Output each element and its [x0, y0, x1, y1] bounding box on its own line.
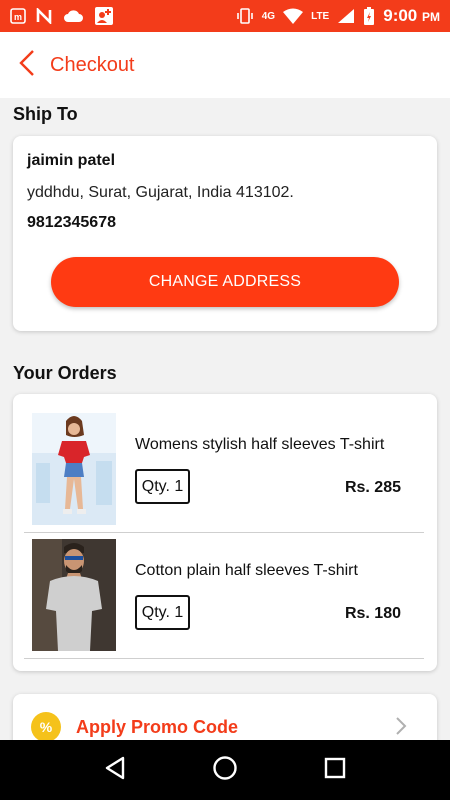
m-app-icon: m: [10, 8, 26, 24]
back-button[interactable]: [14, 48, 40, 82]
page-title: Checkout: [50, 53, 135, 76]
quantity-box[interactable]: Qty. 1: [135, 469, 190, 504]
product-price: Rs. 180: [344, 605, 401, 622]
product-image: [32, 413, 116, 525]
square-recents-icon: [324, 757, 346, 784]
nav-home-button[interactable]: [205, 750, 245, 790]
promo-percent-icon: %: [31, 712, 61, 742]
divider: [24, 658, 424, 659]
product-price: Rs. 285: [344, 479, 401, 496]
nav-recents-button[interactable]: [315, 750, 355, 790]
chevron-right-icon: [395, 716, 407, 741]
phone-number: 9812345678: [27, 214, 116, 231]
product-name: Cotton plain half sleeves T-shirt: [135, 562, 358, 579]
shipping-address: yddhdu, Surat, Gujarat, India 413102.: [27, 184, 294, 201]
ship-to-card: jaimin patel yddhdu, Surat, Gujarat, Ind…: [13, 136, 437, 331]
quantity-box[interactable]: Qty. 1: [135, 595, 190, 630]
cloud-icon: [62, 8, 84, 24]
promo-label: Apply Promo Code: [76, 717, 239, 737]
circle-home-icon: [212, 755, 238, 786]
wifi-icon: [283, 8, 304, 24]
network-label: 4G: [261, 10, 276, 22]
status-bar: m 4G LTE 9:00 PM: [0, 0, 450, 32]
recipient-name: jaimin patel: [27, 152, 116, 169]
add-user-icon: [94, 6, 114, 26]
ship-to-heading: Ship To: [13, 104, 78, 124]
triangle-back-icon: [104, 756, 126, 785]
clock: 9:00 PM: [383, 6, 440, 25]
svg-text:m: m: [14, 12, 22, 22]
change-address-button[interactable]: CHANGE ADDRESS: [51, 257, 399, 307]
signal-icon: [337, 8, 355, 24]
lte-label: LTE: [311, 10, 330, 22]
chevron-left-icon: [19, 49, 35, 82]
system-nav-bar: [0, 740, 450, 800]
product-name: Womens stylish half sleeves T-shirt: [135, 436, 385, 453]
your-orders-heading: Your Orders: [13, 363, 117, 383]
orders-card: Womens stylish half sleeves T-shirt Qty.…: [13, 394, 437, 671]
n-app-icon: [36, 8, 52, 24]
vibrate-icon: [236, 8, 254, 24]
app-bar: Checkout: [0, 32, 450, 98]
battery-icon: [363, 7, 375, 25]
product-image: [32, 539, 116, 651]
order-item[interactable]: Cotton plain half sleeves T-shirt Qty. 1…: [24, 532, 424, 658]
nav-back-button[interactable]: [95, 750, 135, 790]
order-item[interactable]: Womens stylish half sleeves T-shirt Qty.…: [24, 406, 424, 532]
